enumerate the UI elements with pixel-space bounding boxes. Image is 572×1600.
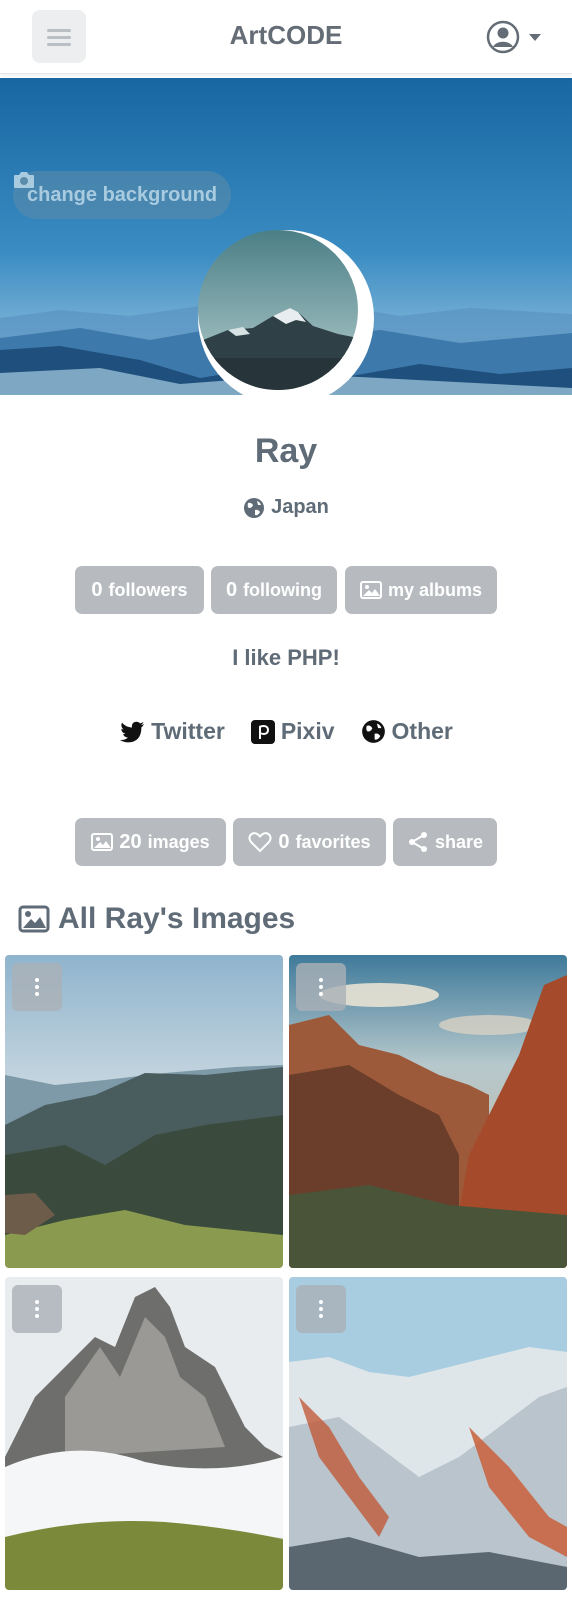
- my-albums-label: my albums: [387, 579, 483, 600]
- image-options-button[interactable]: [296, 1285, 346, 1333]
- gallery-image-card[interactable]: [289, 1277, 567, 1590]
- gallery-image-card[interactable]: [5, 955, 283, 1268]
- kebab-menu-icon: [319, 1300, 323, 1318]
- gallery-title: All Ray's Images: [58, 902, 296, 935]
- pixiv-link[interactable]: Pixiv: [250, 718, 335, 745]
- images-count: 20: [119, 830, 142, 853]
- user-circle-icon: [486, 20, 520, 54]
- other-link[interactable]: Other: [361, 718, 453, 745]
- caret-down-icon: [529, 34, 541, 41]
- images-label: images: [147, 831, 210, 852]
- image-icon: [359, 581, 382, 599]
- images-button[interactable]: 20 images: [75, 818, 226, 866]
- followers-button[interactable]: 0 followers: [75, 566, 204, 614]
- profile-name: Ray: [254, 432, 318, 470]
- share-label: share: [434, 831, 484, 852]
- followers-label: followers: [108, 579, 188, 600]
- pixiv-label: Pixiv: [280, 718, 335, 744]
- other-label: Other: [391, 718, 453, 744]
- profile-bio: I like PHP!: [232, 645, 340, 670]
- change-background-button[interactable]: change background: [13, 171, 232, 219]
- social-links: Twitter Pixiv Other: [0, 718, 572, 745]
- camera-icon: [14, 172, 34, 188]
- favorites-button[interactable]: 0 favorites: [233, 818, 386, 866]
- location-text: Japan: [271, 496, 329, 518]
- image-options-button[interactable]: [12, 963, 62, 1011]
- profile-location: Japan: [0, 496, 572, 519]
- gallery-image-card[interactable]: [289, 955, 567, 1268]
- user-menu-dropdown[interactable]: [486, 20, 542, 54]
- kebab-menu-icon: [35, 978, 39, 996]
- twitter-link[interactable]: Twitter: [119, 718, 225, 745]
- globe-icon: [244, 497, 265, 518]
- globe-icon: [361, 720, 385, 743]
- cover-banner: change background: [0, 78, 572, 395]
- favorites-label: favorites: [295, 831, 371, 852]
- following-count: 0: [225, 578, 238, 601]
- twitter-icon: [120, 721, 145, 742]
- following-button[interactable]: 0 following: [211, 566, 337, 614]
- followers-count: 0: [91, 578, 103, 601]
- favorites-count: 0: [278, 830, 290, 853]
- image-icon: [91, 833, 114, 851]
- image-icon: [18, 905, 50, 933]
- my-albums-button[interactable]: my albums: [345, 566, 497, 614]
- twitter-label: Twitter: [151, 718, 225, 744]
- kebab-menu-icon: [319, 978, 323, 996]
- top-navbar: ArtCODE: [0, 0, 572, 74]
- kebab-menu-icon: [35, 1300, 39, 1318]
- change-background-label: change background: [27, 183, 218, 206]
- following-label: following: [243, 579, 323, 600]
- gallery-heading: All Ray's Images: [18, 902, 295, 936]
- share-icon: [408, 832, 427, 852]
- image-options-button[interactable]: [296, 963, 346, 1011]
- profile-avatar[interactable]: [198, 230, 374, 395]
- pixiv-icon: [250, 719, 275, 744]
- image-options-button[interactable]: [12, 1285, 62, 1333]
- heart-icon: [248, 832, 272, 853]
- share-button[interactable]: share: [393, 818, 497, 866]
- avatar-image: [198, 230, 358, 390]
- gallery-image-card[interactable]: [5, 1277, 283, 1590]
